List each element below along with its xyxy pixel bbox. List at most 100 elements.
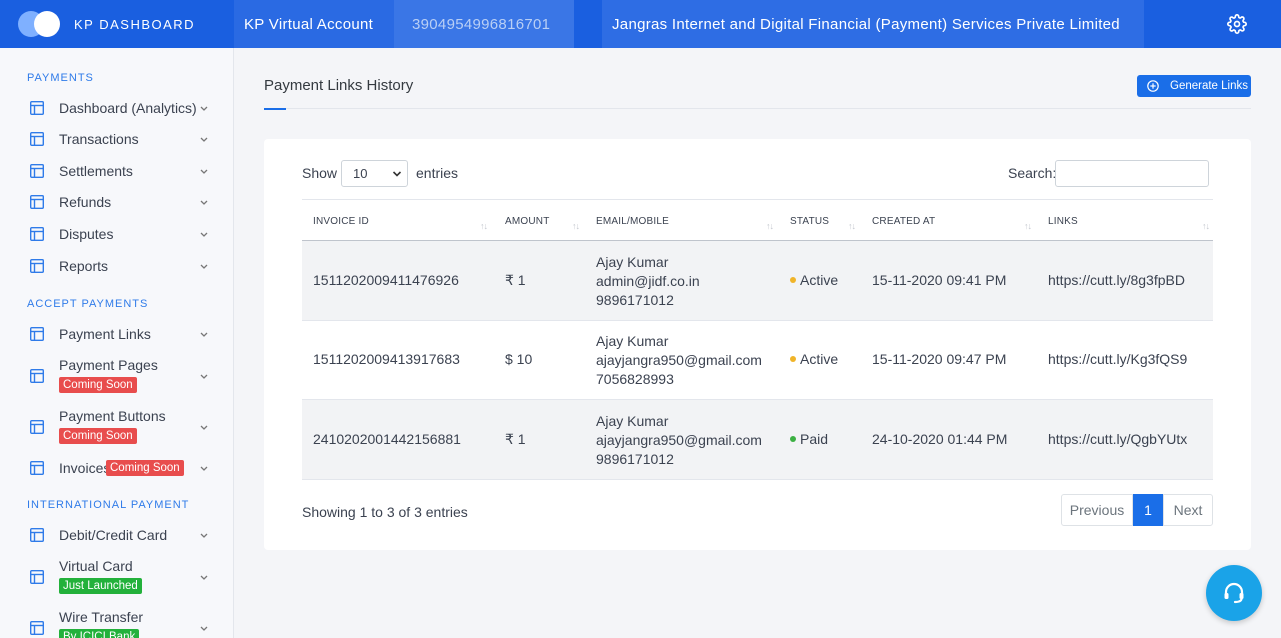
icici-bank-badge: By ICICI Bank <box>59 629 140 638</box>
gear-icon[interactable] <box>1227 14 1247 34</box>
layout-icon <box>30 101 44 115</box>
sidebar-item-payment-pages[interactable]: Payment Pages Coming Soon <box>0 356 233 394</box>
email-mobile: Ajay Kumar ajayjangra950@gmail.com 98961… <box>596 412 762 469</box>
table-info: Showing 1 to 3 of 3 entries <box>302 504 468 520</box>
page-title: Payment Links History <box>264 77 414 94</box>
customer-name: Ajay Kumar <box>596 413 669 429</box>
layout-icon <box>30 327 44 341</box>
invoice-id: 1511202009411476926 <box>313 272 459 288</box>
column-header-invoice-id[interactable]: INVOICE ID <box>313 216 369 227</box>
virtual-account-number: 3904954996816701 <box>394 0 574 48</box>
sidebar-item-invoices[interactable]: Invoices Coming Soon <box>0 458 233 478</box>
customer-mobile: 9896171012 <box>596 451 674 467</box>
sidebar-item-payment-buttons[interactable]: Payment Buttons Coming Soon <box>0 407 233 445</box>
previous-page-button[interactable]: Previous <box>1061 494 1133 526</box>
customer-mobile: 7056828993 <box>596 371 674 387</box>
layout-icon <box>30 570 44 584</box>
sidebar-item-refunds[interactable]: Refunds <box>0 192 233 212</box>
status: Active <box>790 351 838 367</box>
customer-email: ajayjangra950@gmail.com <box>596 352 762 368</box>
generate-links-label: Generate Links <box>1170 80 1248 92</box>
column-header-created-at[interactable]: CREATED AT <box>872 216 935 227</box>
layout-icon <box>30 369 44 383</box>
created-at: 24-10-2020 01:44 PM <box>872 431 1008 447</box>
sidebar-item-label: Refunds <box>59 194 112 210</box>
amount: ₹ 1 <box>505 431 526 447</box>
sidebar-item-wire-transfer[interactable]: Wire Transfer By ICICI Bank <box>0 608 233 638</box>
payment-links-card: Show 10 entries Search: INVOICE ID ↑↓ AM… <box>264 139 1251 550</box>
plus-circle-icon <box>1147 80 1159 92</box>
column-header-links[interactable]: LINKS <box>1048 216 1078 227</box>
email-mobile: Ajay Kumar admin@jidf.co.in 9896171012 <box>596 253 700 310</box>
sort-icon[interactable]: ↑↓ <box>1024 221 1032 231</box>
chevron-down-icon <box>200 374 208 379</box>
section-title-accept-payments: ACCEPT PAYMENTS <box>27 298 149 310</box>
virtual-account-label: KP Virtual Account <box>234 0 394 48</box>
sidebar-item-dashboard[interactable]: Dashboard (Analytics) <box>0 98 233 118</box>
show-label: Show <box>302 165 338 181</box>
payment-link[interactable]: https://cutt.ly/QgbYUtx <box>1048 431 1187 447</box>
sort-icon[interactable]: ↑↓ <box>766 221 774 231</box>
coming-soon-badge: Coming Soon <box>106 460 184 476</box>
amount: $ 10 <box>505 351 533 367</box>
title-divider <box>264 108 1251 109</box>
support-chat-button[interactable] <box>1206 565 1262 621</box>
next-page-button[interactable]: Next <box>1163 494 1213 526</box>
chevron-down-icon <box>200 137 208 142</box>
payment-link[interactable]: https://cutt.ly/Kg3fQS9 <box>1048 351 1187 367</box>
column-header-email-mobile[interactable]: EMAIL/MOBILE <box>596 216 669 227</box>
status: Active <box>790 272 838 288</box>
layout-icon <box>30 259 44 273</box>
chevron-down-icon <box>200 232 208 237</box>
column-header-status[interactable]: STATUS <box>790 216 829 227</box>
entries-select[interactable]: 10 <box>341 160 408 187</box>
sidebar-item-label: Transactions <box>59 131 139 147</box>
sidebar-item-label: Invoices <box>59 460 111 476</box>
sidebar-item-reports[interactable]: Reports <box>0 256 233 276</box>
generate-links-button[interactable]: Generate Links <box>1137 75 1251 97</box>
sidebar-item-disputes[interactable]: Disputes <box>0 224 233 244</box>
customer-mobile: 9896171012 <box>596 292 674 308</box>
brand-name: KP DASHBOARD <box>74 16 196 32</box>
sidebar-item-transactions[interactable]: Transactions <box>0 129 233 149</box>
top-bar: KP DASHBOARD KP Virtual Account 39049549… <box>0 0 1281 48</box>
layout-icon <box>30 164 44 178</box>
sort-icon[interactable]: ↑↓ <box>572 221 580 231</box>
sidebar-item-virtual-card[interactable]: Virtual Card Just Launched <box>0 557 233 595</box>
status-dot <box>790 356 796 363</box>
chevron-down-icon <box>200 466 208 471</box>
entries-label: entries <box>416 165 459 181</box>
column-header-amount[interactable]: AMOUNT <box>505 216 550 227</box>
sidebar-item-label: Wire Transfer <box>59 609 144 625</box>
table-row: 1511202009413917683 $ 10 Ajay Kumar ajay… <box>302 320 1213 400</box>
sidebar-item-label: Payment Buttons <box>59 408 166 424</box>
sort-icon[interactable]: ↑↓ <box>480 221 488 231</box>
sidebar-item-debit-credit-card[interactable]: Debit/Credit Card <box>0 525 233 545</box>
layout-icon <box>30 227 44 241</box>
brand[interactable]: KP DASHBOARD <box>0 0 234 48</box>
layout-icon <box>30 132 44 146</box>
company-name: Jangras Internet and Digital Financial (… <box>602 0 1144 48</box>
status-label: Active <box>800 351 839 367</box>
sidebar-item-settlements[interactable]: Settlements <box>0 161 233 181</box>
layout-icon <box>30 621 44 635</box>
sidebar-item-payment-links[interactable]: Payment Links <box>0 324 233 344</box>
section-title-payments: PAYMENTS <box>27 72 94 84</box>
search-input[interactable] <box>1055 160 1209 187</box>
sort-icon[interactable]: ↑↓ <box>1202 221 1210 231</box>
table-row: 2410202001442156881 ₹ 1 Ajay Kumar ajayj… <box>302 400 1213 480</box>
chevron-down-icon <box>200 106 208 111</box>
headset-icon <box>1224 582 1244 604</box>
payment-link[interactable]: https://cutt.ly/8g3fpBD <box>1048 272 1185 288</box>
chevron-down-icon <box>200 264 208 269</box>
sort-icon[interactable]: ↑↓ <box>848 221 856 231</box>
invoice-id: 2410202001442156881 <box>313 431 461 447</box>
page-1-button[interactable]: 1 <box>1133 494 1163 526</box>
title-accent <box>264 108 286 110</box>
layout-icon <box>30 528 44 542</box>
chevron-down-icon <box>200 169 208 174</box>
amount: ₹ 1 <box>505 272 526 288</box>
chevron-down-icon <box>200 575 208 580</box>
sidebar: PAYMENTS Dashboard (Analytics) Transacti… <box>0 48 234 638</box>
